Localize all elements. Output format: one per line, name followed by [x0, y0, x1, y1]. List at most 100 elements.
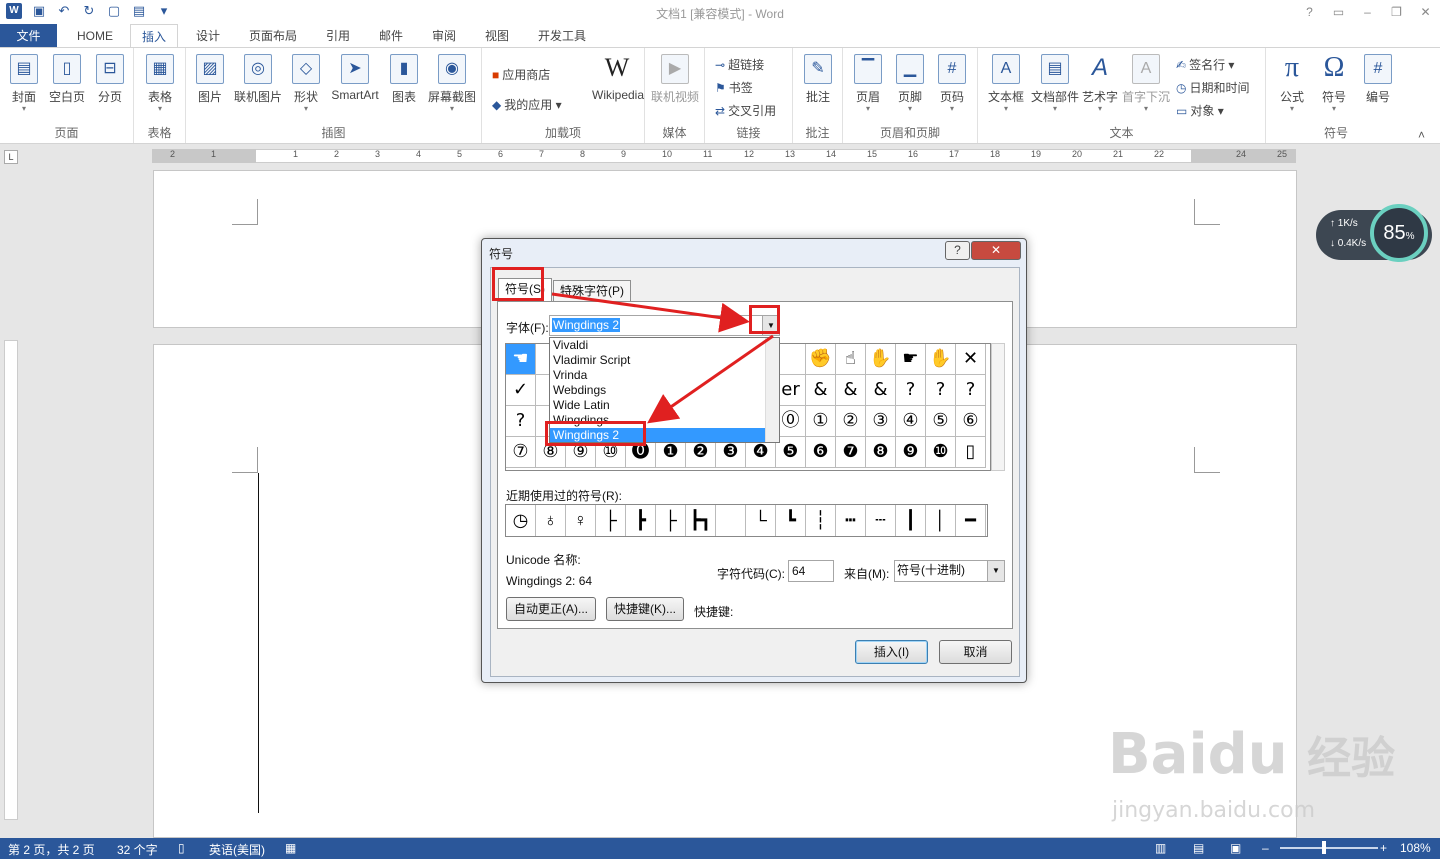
recent-symbol-cell[interactable]: ┄	[866, 505, 896, 536]
online-picture-button[interactable]: ◎ 联机图片	[232, 54, 284, 105]
tab-review[interactable]: 审阅	[421, 24, 467, 48]
symbol-cell[interactable]: ?	[506, 406, 536, 437]
comment-button[interactable]: ✎ 批注	[799, 54, 837, 105]
tab-file[interactable]: 文件	[0, 24, 57, 48]
symbol-cell[interactable]: ✓	[506, 375, 536, 406]
from-combo[interactable]: 符号(十进制) ▼	[894, 560, 1005, 582]
tab-selector[interactable]: L	[4, 150, 18, 164]
language[interactable]: 英语(美国)	[209, 841, 265, 858]
page-count[interactable]: 第 2 页，共 2 页	[8, 841, 95, 858]
recent-symbol-cell[interactable]: └	[746, 505, 776, 536]
symbol-cell[interactable]: ☛	[896, 344, 926, 375]
dialog-close-button[interactable]: ✕	[971, 241, 1021, 260]
vertical-ruler[interactable]	[4, 340, 18, 820]
recent-symbols[interactable]: ◷ ♁ ♀ ├ ┣ ├ ┣┓ └ ┗ ┆ ┅ ┄ ┃ │ ━	[505, 504, 988, 537]
symbol-cell[interactable]: ✋	[926, 344, 956, 375]
symbol-button[interactable]: Ω 符号 ▾	[1314, 54, 1354, 113]
minimize-icon[interactable]: –	[1353, 0, 1382, 24]
font-option[interactable]: Wide Latin	[550, 398, 779, 413]
symbol-cell[interactable]: ❻	[806, 437, 836, 468]
tab-references[interactable]: 引用	[315, 24, 361, 48]
symbol-cell[interactable]: ☝	[836, 344, 866, 375]
tab-view[interactable]: 视图	[474, 24, 520, 48]
symbol-cell[interactable]: ?	[896, 375, 926, 406]
recent-symbol-cell[interactable]	[716, 505, 746, 536]
chart-button[interactable]: ▮ 图表	[386, 54, 422, 105]
smartart-button[interactable]: ➤ SmartArt	[328, 54, 382, 102]
symbol-cell[interactable]: er	[776, 375, 806, 406]
recent-symbol-cell[interactable]: ├	[596, 505, 626, 536]
recent-symbol-cell[interactable]: ♁	[536, 505, 566, 536]
restore-icon[interactable]: ❐	[1382, 0, 1411, 24]
symbol-cell[interactable]: ④	[896, 406, 926, 437]
my-apps-button[interactable]: ◆ 我的应用 ▾	[492, 96, 562, 113]
autocorrect-button[interactable]: 自动更正(A)...	[506, 597, 596, 621]
insert-button[interactable]: 插入(I)	[855, 640, 928, 664]
recent-symbol-cell[interactable]: ♀	[566, 505, 596, 536]
symbol-cell[interactable]: &	[836, 375, 866, 406]
symbol-cell[interactable]: ❿	[926, 437, 956, 468]
hyperlink-button[interactable]: ⊸ 超链接	[715, 56, 764, 73]
tab-home[interactable]: HOME	[65, 24, 125, 48]
date-time-button[interactable]: ◷ 日期和时间	[1176, 79, 1250, 96]
symbol-cell[interactable]: ⑤	[926, 406, 956, 437]
zoom-slider-thumb[interactable]	[1322, 841, 1326, 854]
help-icon[interactable]: ?	[1295, 0, 1324, 24]
page-number-button[interactable]: # 页码 ▾	[933, 54, 971, 113]
shapes-button[interactable]: ◇ 形状 ▾	[288, 54, 324, 113]
symbol-grid-scrollbar[interactable]	[991, 343, 1005, 471]
blank-page-button[interactable]: ▯ 空白页	[46, 54, 88, 105]
recent-symbol-cell[interactable]: │	[926, 505, 956, 536]
recent-symbol-cell[interactable]: ━	[956, 505, 986, 536]
tab-design[interactable]: 设计	[185, 24, 231, 48]
recent-symbol-cell[interactable]: ◷	[506, 505, 536, 536]
zoom-in-icon[interactable]: +	[1380, 841, 1387, 855]
picture-button[interactable]: ▨ 图片	[192, 54, 228, 105]
zoom-level[interactable]: 108%	[1400, 841, 1431, 855]
number-button[interactable]: # 编号	[1358, 54, 1398, 105]
tab-special-characters[interactable]: 特殊字符(P)	[553, 280, 631, 302]
tab-insert[interactable]: 插入	[130, 24, 178, 48]
symbol-cell[interactable]: ❽	[866, 437, 896, 468]
quick-parts-button[interactable]: ▤ 文档部件 ▾	[1030, 54, 1080, 113]
wordart-button[interactable]: A 艺术字 ▾	[1080, 54, 1120, 113]
symbol-cell[interactable]: ▯	[956, 437, 986, 468]
close-icon[interactable]: ✕	[1411, 0, 1440, 24]
recent-symbol-cell[interactable]: ┗	[776, 505, 806, 536]
screenshot-button[interactable]: ◉ 屏幕截图 ▾	[426, 54, 478, 113]
font-option[interactable]: Webdings	[550, 383, 779, 398]
recent-symbol-cell[interactable]: ┣┓	[686, 505, 716, 536]
online-video-button[interactable]: ▶ 联机视频	[649, 54, 701, 105]
font-list-scrollbar[interactable]	[765, 338, 779, 442]
symbol-cell[interactable]: ②	[836, 406, 866, 437]
recent-symbol-cell[interactable]: ┆	[806, 505, 836, 536]
equation-button[interactable]: π 公式 ▾	[1272, 54, 1312, 113]
macro-icon[interactable]: ▦	[285, 841, 296, 855]
zoom-out-icon[interactable]: –	[1262, 841, 1269, 855]
shortcut-key-button[interactable]: 快捷键(K)...	[606, 597, 684, 621]
page-break-button[interactable]: ⊟ 分页	[92, 54, 128, 105]
symbol-cell[interactable]: ⑦	[506, 437, 536, 468]
recent-symbol-cell[interactable]: ┣	[626, 505, 656, 536]
zoom-slider[interactable]	[1280, 847, 1378, 849]
cover-page-button[interactable]: ▤ 封面 ▾	[6, 54, 42, 113]
symbol-cell[interactable]: ☚	[506, 344, 536, 375]
recent-symbol-cell[interactable]: ┃	[896, 505, 926, 536]
textbox-button[interactable]: A 文本框 ▾	[984, 54, 1028, 113]
symbol-cell[interactable]: ③	[866, 406, 896, 437]
table-button[interactable]: ▦ 表格 ▾	[142, 54, 178, 113]
from-dropdown-arrow[interactable]: ▼	[987, 561, 1004, 581]
symbol-cell[interactable]: ❼	[836, 437, 866, 468]
cancel-button[interactable]: 取消	[939, 640, 1012, 664]
symbol-cell[interactable]: ?	[926, 375, 956, 406]
object-button[interactable]: ▭ 对象 ▾	[1176, 102, 1224, 119]
word-count[interactable]: 32 个字	[117, 841, 158, 858]
symbol-cell[interactable]	[776, 344, 806, 375]
collapse-ribbon-icon[interactable]: ˄	[1418, 128, 1425, 142]
tab-layout[interactable]: 页面布局	[240, 24, 306, 48]
recent-symbol-cell[interactable]: ┅	[836, 505, 866, 536]
font-option[interactable]: Vladimir Script	[550, 353, 779, 368]
signature-line-button[interactable]: ✍ 签名行 ▾	[1176, 56, 1234, 73]
symbol-cell[interactable]: ✕	[956, 344, 986, 375]
web-layout-icon[interactable]: ▣	[1230, 841, 1241, 855]
